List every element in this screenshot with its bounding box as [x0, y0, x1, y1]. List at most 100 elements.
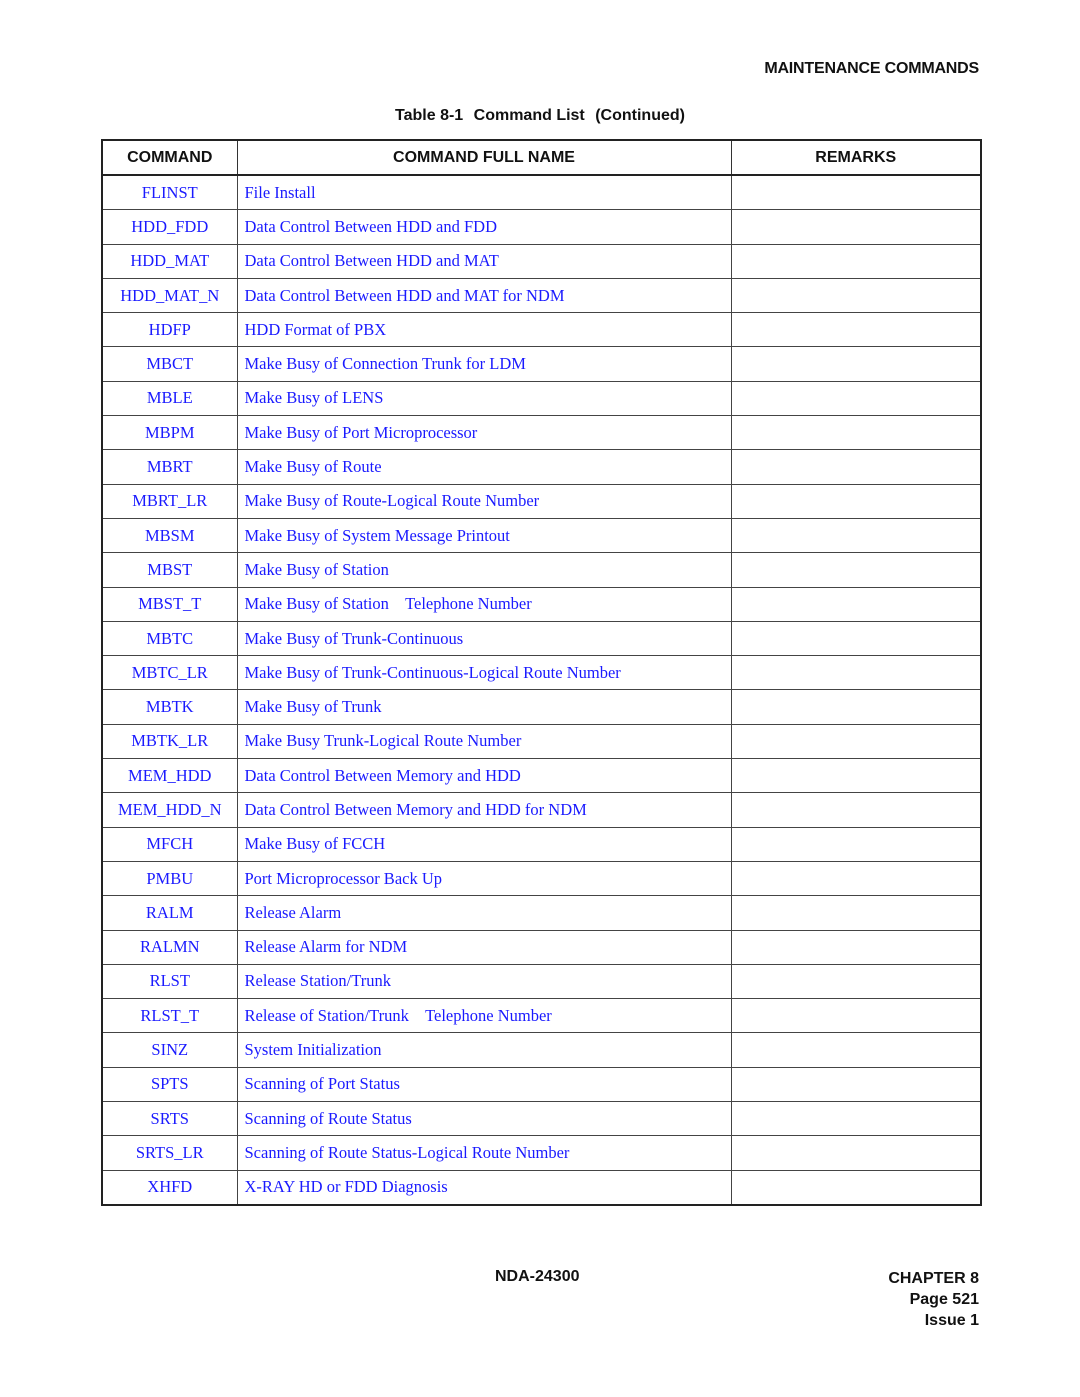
table-row: HDD_MAT Data Control Between HDD and MAT [101, 243, 982, 279]
remarks-cell [730, 380, 982, 417]
command-cell[interactable]: RALMN [101, 929, 238, 965]
table-row: MBST Make Busy of Station [101, 552, 982, 588]
full-name-cell[interactable]: Data Control Between HDD and MAT for NDM [236, 277, 732, 314]
full-name-cell[interactable]: HDD Format of PBX [236, 312, 732, 348]
command-cell[interactable]: MBST_T [101, 586, 238, 622]
full-name-cell[interactable]: Release Station/Trunk [236, 963, 732, 1000]
table-row: RALMN Release Alarm for NDM [101, 929, 982, 965]
table-row: XHFD X-RAY HD or FDD Diagnosis [101, 1169, 982, 1206]
column-header-remarks: REMARKS [730, 139, 982, 176]
full-name-cell[interactable]: Make Busy of Station Telephone Number [236, 586, 732, 622]
remarks-cell [730, 517, 982, 554]
footer-chapter: CHAPTER 8 [888, 1270, 979, 1287]
command-cell[interactable]: MEM_HDD_N [101, 792, 238, 828]
table-row: MEM_HDD Data Control Between Memory and H… [101, 758, 982, 794]
remarks-cell [730, 689, 982, 725]
command-cell[interactable]: FLINST [101, 174, 238, 211]
full-name-cell[interactable]: Port Microprocessor Back Up [236, 860, 732, 897]
table-row: RALM Release Alarm [101, 895, 982, 931]
full-name-cell[interactable]: X-RAY HD or FDD Diagnosis [236, 1169, 732, 1206]
command-cell[interactable]: RLST_T [101, 998, 238, 1034]
full-name-cell[interactable]: Release Alarm [236, 895, 732, 931]
command-cell[interactable]: MBCT [101, 346, 238, 382]
full-name-cell[interactable]: File Install [236, 174, 732, 211]
command-cell[interactable]: MBRT [101, 449, 238, 485]
full-name-cell[interactable]: Make Busy of Station [236, 552, 732, 588]
full-name-cell[interactable]: Make Busy Trunk-Logical Route Number [236, 723, 732, 760]
full-name-cell[interactable]: Data Control Between HDD and FDD [236, 209, 732, 245]
column-header-command: COMMAND [101, 139, 238, 176]
full-name-cell[interactable]: Make Busy of LENS [236, 380, 732, 417]
command-cell[interactable]: MBTC [101, 620, 238, 657]
section-title: MAINTENANCE COMMANDS [764, 60, 979, 77]
full-name-cell[interactable]: Scanning of Route Status [236, 1101, 732, 1137]
remarks-cell [730, 929, 982, 965]
full-name-cell[interactable]: Make Busy of Trunk [236, 689, 732, 725]
full-name-cell[interactable]: Make Busy of System Message Printout [236, 517, 732, 554]
table-caption-title: Command List [473, 107, 585, 124]
full-name-cell[interactable]: Make Busy of Connection Trunk for LDM [236, 346, 732, 382]
table-row: MBLE Make Busy of LENS [101, 380, 982, 417]
table-row: FLINST File Install [101, 174, 982, 211]
command-cell[interactable]: MBSM [101, 517, 238, 554]
command-cell[interactable]: SPTS [101, 1066, 238, 1103]
table-row: MBSM Make Busy of System Message Printout [101, 517, 982, 554]
full-name-cell[interactable]: Scanning of Route Status-Logical Route N… [236, 1135, 732, 1171]
full-name-cell[interactable]: Make Busy of Route [236, 449, 732, 485]
remarks-cell [730, 895, 982, 931]
remarks-cell [730, 655, 982, 691]
table-row: HDFP HDD Format of PBX [101, 312, 982, 348]
command-cell[interactable]: RLST [101, 963, 238, 1000]
full-name-cell[interactable]: Data Control Between Memory and HDD for … [236, 792, 732, 828]
remarks-cell [730, 723, 982, 760]
table-row: MEM_HDD_N Data Control Between Memory and… [101, 792, 982, 828]
full-name-cell[interactable]: Make Busy of Trunk-Continuous [236, 620, 732, 657]
full-name-cell[interactable]: Release Alarm for NDM [236, 929, 732, 965]
table-row: MBPM Make Busy of Port Microprocessor [101, 415, 982, 451]
table-row: MBRT_LR Make Busy of Route-Logical Route … [101, 483, 982, 519]
remarks-cell [730, 1169, 982, 1206]
remarks-cell [730, 277, 982, 314]
command-cell[interactable]: MEM_HDD [101, 758, 238, 794]
full-name-cell[interactable]: System Initialization [236, 1032, 732, 1068]
command-cell[interactable]: MBTC_LR [101, 655, 238, 691]
table-row: HDD_MAT_N Data Control Between HDD and MA… [101, 277, 982, 314]
full-name-cell[interactable]: Make Busy of Route-Logical Route Number [236, 483, 732, 519]
remarks-cell [730, 243, 982, 279]
command-cell[interactable]: MBRT_LR [101, 483, 238, 519]
table-row: SPTS Scanning of Port Status [101, 1066, 982, 1103]
command-cell[interactable]: HDD_MAT [101, 243, 238, 279]
full-name-cell[interactable]: Make Busy of Trunk-Continuous-Logical Ro… [236, 655, 732, 691]
command-cell[interactable]: MFCH [101, 826, 238, 862]
remarks-cell [730, 1032, 982, 1068]
full-name-cell[interactable]: Make Busy of FCCH [236, 826, 732, 862]
command-cell[interactable]: SRTS_LR [101, 1135, 238, 1171]
command-cell[interactable]: RALM [101, 895, 238, 931]
table-caption-suffix: (Continued) [595, 107, 685, 124]
command-cell[interactable]: MBST [101, 552, 238, 588]
command-cell[interactable]: MBLE [101, 380, 238, 417]
command-cell[interactable]: MBTK_LR [101, 723, 238, 760]
remarks-cell [730, 415, 982, 451]
full-name-cell[interactable]: Scanning of Port Status [236, 1066, 732, 1103]
table-row: HDD_FDD Data Control Between HDD and FDD [101, 209, 982, 245]
command-cell[interactable]: PMBU [101, 860, 238, 897]
table-body: FLINST File Install HDD_FDD Data Control Be… [101, 174, 982, 1206]
command-cell[interactable]: HDFP [101, 312, 238, 348]
footer-document-number: NDA-24300 [495, 1268, 580, 1285]
command-list-table: COMMAND COMMAND FULL NAME REMARKS FLINST… [101, 139, 982, 1206]
command-cell[interactable]: MBTK [101, 689, 238, 725]
command-cell[interactable]: SRTS [101, 1101, 238, 1137]
footer-issue: Issue 1 [924, 1312, 979, 1329]
full-name-cell[interactable]: Data Control Between HDD and MAT [236, 243, 732, 279]
remarks-cell [730, 312, 982, 348]
command-cell[interactable]: MBPM [101, 415, 238, 451]
command-cell[interactable]: HDD_MAT_N [101, 277, 238, 314]
remarks-cell [730, 174, 982, 211]
full-name-cell[interactable]: Data Control Between Memory and HDD [236, 758, 732, 794]
full-name-cell[interactable]: Make Busy of Port Microprocessor [236, 415, 732, 451]
full-name-cell[interactable]: Release of Station/Trunk Telephone Numbe… [236, 998, 732, 1034]
command-cell[interactable]: SINZ [101, 1032, 238, 1068]
command-cell[interactable]: HDD_FDD [101, 209, 238, 245]
command-cell[interactable]: XHFD [101, 1169, 238, 1206]
